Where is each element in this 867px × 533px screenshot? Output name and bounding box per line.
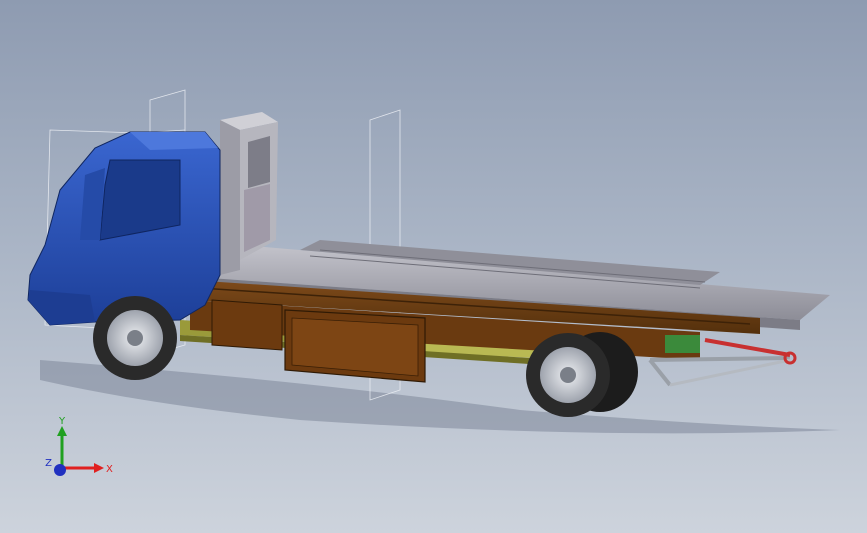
coordinate-triad: Y X Z <box>45 416 113 476</box>
triad-z-label: Z <box>45 458 52 469</box>
triad-y-label: Y <box>58 416 66 427</box>
toolbox-front <box>211 299 283 351</box>
triad-x-label: X <box>106 464 113 475</box>
hydraulic-lift-arm <box>648 335 797 387</box>
cad-viewport[interactable]: Y X Z <box>0 0 867 533</box>
cab <box>27 131 221 326</box>
rear-wheel-outer <box>526 333 610 417</box>
front-wheel <box>93 296 177 380</box>
toolbox-center <box>284 309 426 383</box>
truck-model-view[interactable]: Y X Z <box>0 0 867 533</box>
